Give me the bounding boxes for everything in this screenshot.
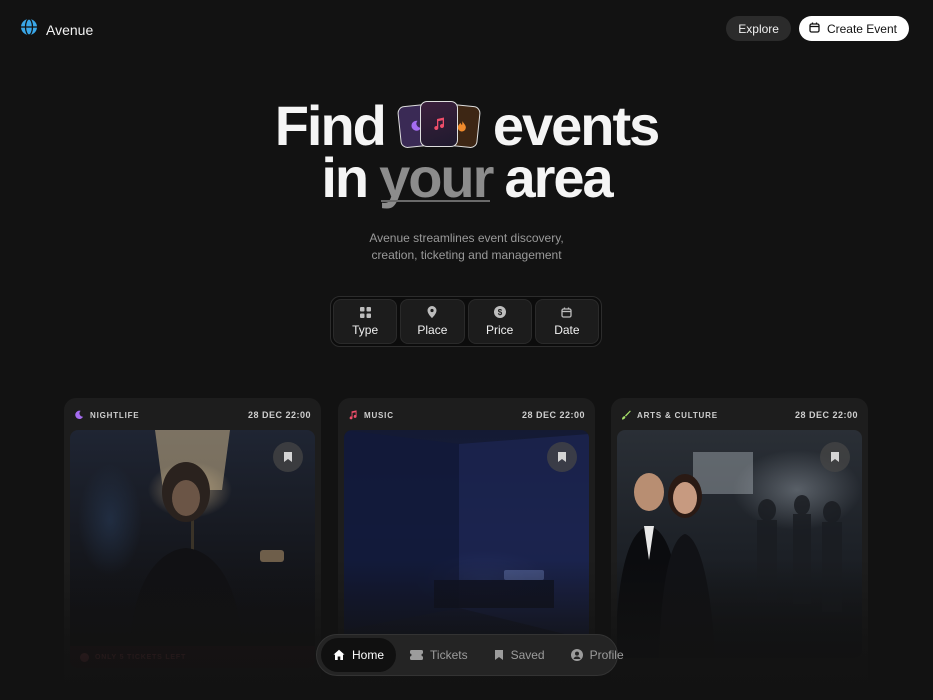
hero-title: Find events in your area <box>0 94 933 209</box>
nav-home[interactable]: Home <box>321 638 397 672</box>
event-date: 28 DEC 22:00 <box>521 410 585 420</box>
bookmark-icon <box>558 452 566 462</box>
hero-subtitle: Avenue streamlines event discovery, crea… <box>369 231 564 262</box>
home-icon <box>333 649 345 660</box>
tickets-left-badge: ONLY 5 TICKETS LEFT <box>70 646 315 668</box>
bookmark-button[interactable] <box>547 442 577 472</box>
globe-icon <box>20 18 38 41</box>
ticket-icon <box>410 650 424 660</box>
hero-word-find: Find <box>274 94 387 157</box>
hero-word-in: in <box>321 146 369 209</box>
filter-price-button[interactable]: $ Price <box>467 299 532 344</box>
moon-icon <box>75 410 84 419</box>
event-photo[interactable] <box>617 430 862 658</box>
bookmark-button[interactable] <box>820 442 850 472</box>
filter-place-button[interactable]: Place <box>400 299 465 344</box>
nav-saved[interactable]: Saved <box>482 638 557 672</box>
dollar-coin-icon: $ <box>493 306 506 318</box>
event-card-arts-culture[interactable]: ARTS & CULTURE 28 DEC 22:00 <box>611 398 868 700</box>
filter-type-button[interactable]: Type <box>333 299 398 344</box>
user-circle-icon <box>570 649 583 661</box>
nav-profile[interactable]: Profile <box>559 638 636 672</box>
bookmark-icon <box>831 452 839 462</box>
hero-word-area: area <box>504 146 613 209</box>
grid-icon <box>359 306 371 318</box>
event-category: MUSIC <box>348 410 394 420</box>
bottom-nav: Home Tickets Saved Profile <box>316 634 624 676</box>
explore-button[interactable]: Explore <box>726 16 791 41</box>
page: Avenue Explore Create Event Find events … <box>0 0 933 700</box>
header: Avenue Explore Create Event <box>0 0 933 56</box>
music-note-icon <box>349 410 357 420</box>
bookmark-icon <box>284 452 292 462</box>
brush-icon <box>622 410 631 420</box>
event-cards-illustration <box>396 101 481 151</box>
music-card <box>419 101 458 147</box>
hero-word-events: events <box>492 94 660 157</box>
event-photo[interactable] <box>70 430 315 658</box>
event-category: ARTS & CULTURE <box>621 410 718 420</box>
create-event-button[interactable]: Create Event <box>798 16 909 41</box>
alert-circle-icon <box>80 652 89 662</box>
calendar-icon <box>809 22 820 36</box>
hero-word-your: your <box>379 146 494 209</box>
event-photo[interactable] <box>344 430 589 658</box>
event-card-nightlife[interactable]: NIGHTLIFE 28 DEC 22:00 ONLY 5 TICKETS LE… <box>64 398 321 700</box>
brand[interactable]: Avenue <box>20 18 93 41</box>
create-event-label: Create Event <box>826 21 897 36</box>
filter-bar: Type Place $ Price Date <box>330 296 602 347</box>
music-note-icon <box>434 117 444 130</box>
event-date: 28 DEC 22:00 <box>247 410 311 420</box>
header-actions: Explore Create Event <box>726 16 909 41</box>
filter-date-button[interactable]: Date <box>534 299 599 344</box>
nav-tickets[interactable]: Tickets <box>398 638 480 672</box>
event-date: 28 DEC 22:00 <box>794 410 858 420</box>
map-pin-icon <box>427 306 437 318</box>
svg-text:$: $ <box>497 308 502 317</box>
bookmark-icon <box>494 650 503 660</box>
event-category: NIGHTLIFE <box>74 410 139 420</box>
bookmark-button[interactable] <box>273 442 303 472</box>
calendar-icon <box>561 307 573 318</box>
brand-name: Avenue <box>46 21 94 38</box>
